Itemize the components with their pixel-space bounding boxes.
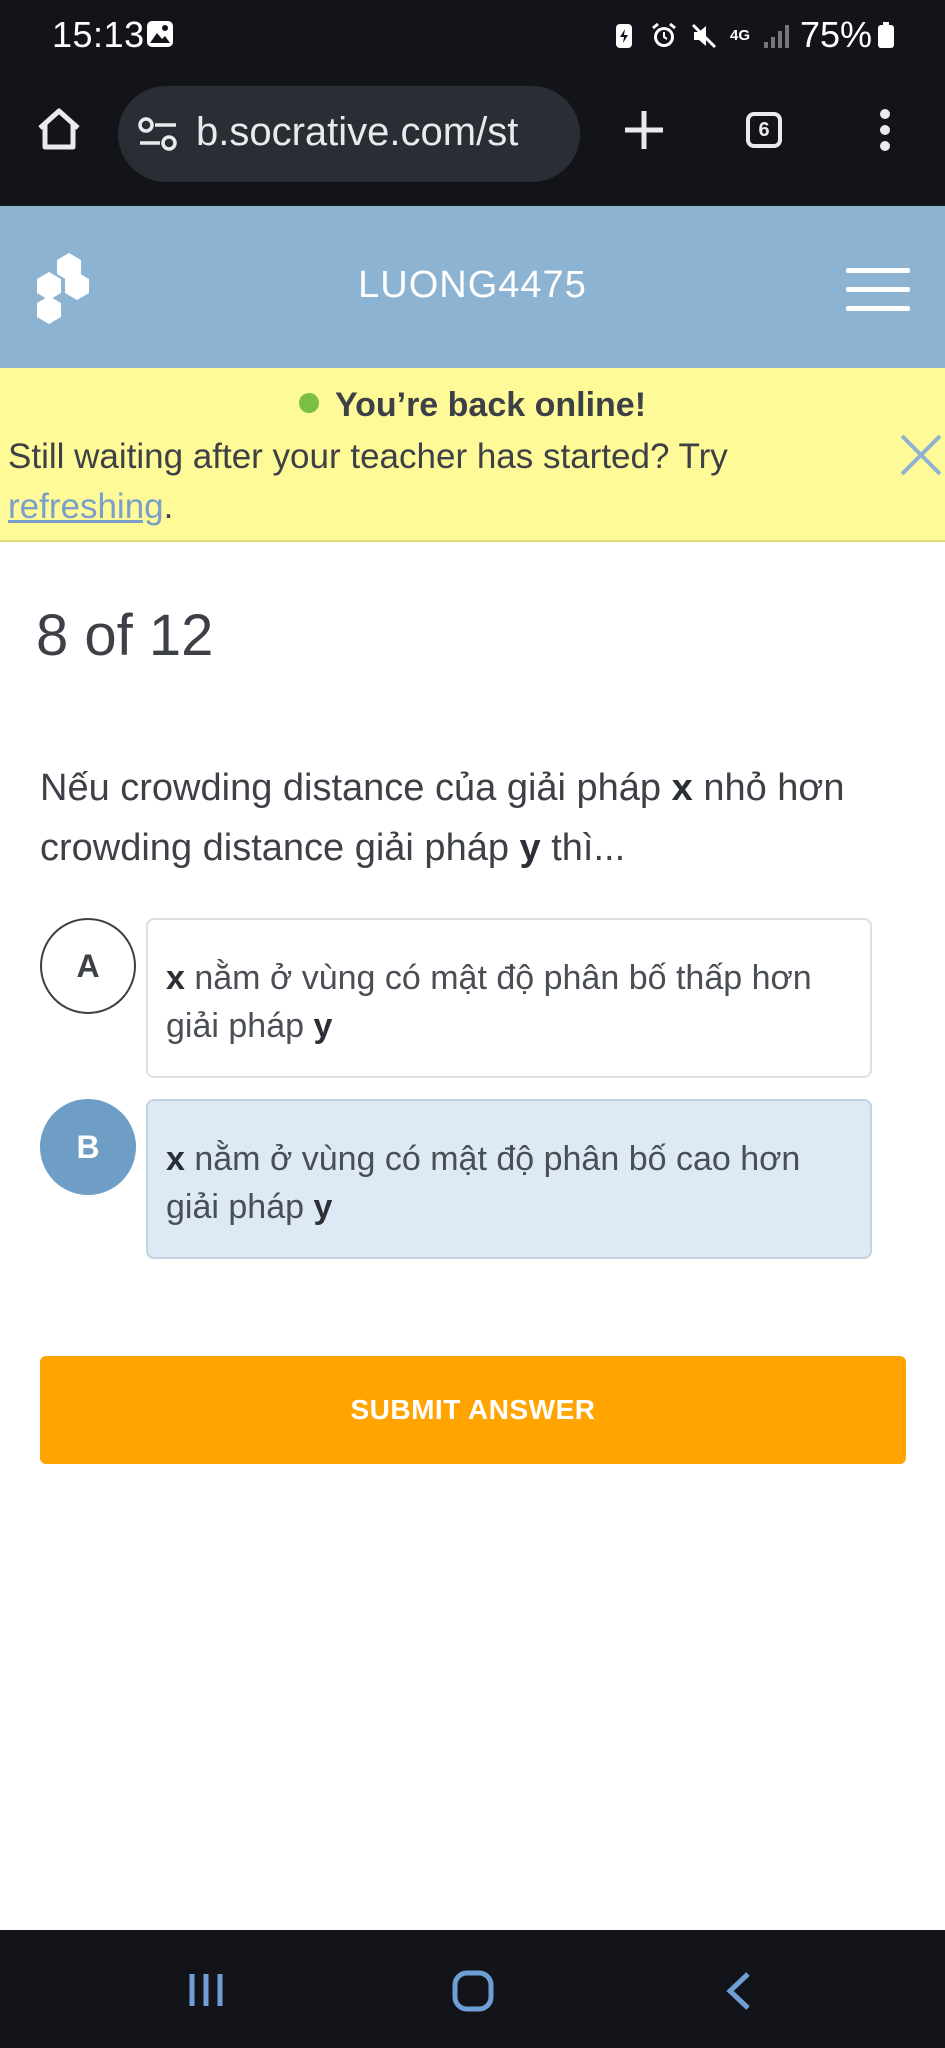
- site-settings-icon[interactable]: [138, 116, 178, 152]
- question-part: Nếu crowding distance của giải pháp: [40, 767, 672, 809]
- network-type: 4G: [730, 27, 751, 44]
- question-variable-x: x: [671, 767, 693, 809]
- new-tab-icon[interactable]: [622, 108, 666, 152]
- question-variable-y: y: [519, 827, 541, 869]
- hamburger-menu-icon[interactable]: [846, 268, 910, 312]
- status-icons: 4G: [610, 18, 790, 54]
- refresh-link[interactable]: refreshing: [8, 487, 164, 526]
- address-bar[interactable]: b.socrative.com/st: [118, 86, 580, 182]
- battery-percent: 75%: [800, 14, 873, 55]
- status-bar: 15:13 4G 75%: [0, 0, 945, 72]
- room-name: LUONG4475: [358, 264, 587, 306]
- close-icon[interactable]: [898, 432, 944, 478]
- alarm-icon: [652, 22, 676, 47]
- option-text-a[interactable]: x nằm ở vùng có mật độ phân bố thấp hơn …: [146, 918, 872, 1078]
- home-button-icon[interactable]: [452, 1970, 494, 2012]
- banner-message-suffix: .: [163, 487, 174, 526]
- option-variable-x: x: [166, 959, 185, 997]
- question-progress: 8 of 12: [36, 603, 214, 668]
- tab-switcher-button[interactable]: 6: [746, 112, 782, 148]
- more-menu-icon[interactable]: [870, 108, 900, 152]
- battery-icon: [878, 22, 894, 48]
- option-text: nằm ở vùng có mật độ phân bố cao hơn giả…: [166, 1140, 801, 1226]
- option-variable-y: y: [313, 1007, 333, 1045]
- banner-message: Still waiting after your teacher has sta…: [8, 432, 868, 532]
- online-banner: You’re back online! Still waiting after …: [0, 368, 945, 542]
- mute-icon: [691, 23, 717, 49]
- app-header: LUONG4475: [0, 206, 945, 368]
- option-letter-a[interactable]: A: [40, 918, 136, 1014]
- online-status-dot-icon: [298, 393, 319, 413]
- navigation-bar: [0, 1930, 945, 2048]
- browser-toolbar: b.socrative.com/st 6: [0, 72, 945, 208]
- url-text[interactable]: b.socrative.com/st: [196, 110, 518, 155]
- option-text: nằm ở vùng có mật độ phân bố thấp hơn gi…: [166, 959, 812, 1045]
- option-variable-y: y: [313, 1188, 333, 1226]
- signal-icon: [764, 25, 790, 48]
- option-text-b[interactable]: x nằm ở vùng có mật độ phân bố cao hơn g…: [146, 1099, 872, 1259]
- gallery-notification-icon: [147, 21, 173, 47]
- recent-apps-icon[interactable]: [186, 1970, 226, 2010]
- banner-message-text: Still waiting after your teacher has sta…: [8, 437, 728, 476]
- battery-saver-icon: [616, 24, 632, 48]
- question-text: Nếu crowding distance của giải pháp x nh…: [40, 758, 910, 878]
- banner-title-text: You’re back online!: [334, 386, 647, 424]
- question-part: thì...: [540, 827, 626, 869]
- back-icon[interactable]: [722, 1970, 754, 2012]
- option-letter-b[interactable]: B: [40, 1099, 136, 1195]
- submit-answer-button[interactable]: SUBMIT ANSWER: [40, 1356, 906, 1464]
- option-variable-x: x: [166, 1140, 185, 1178]
- status-time: 15:13: [52, 14, 145, 55]
- banner-title: You’re back online!: [0, 386, 945, 425]
- home-icon[interactable]: [34, 104, 84, 154]
